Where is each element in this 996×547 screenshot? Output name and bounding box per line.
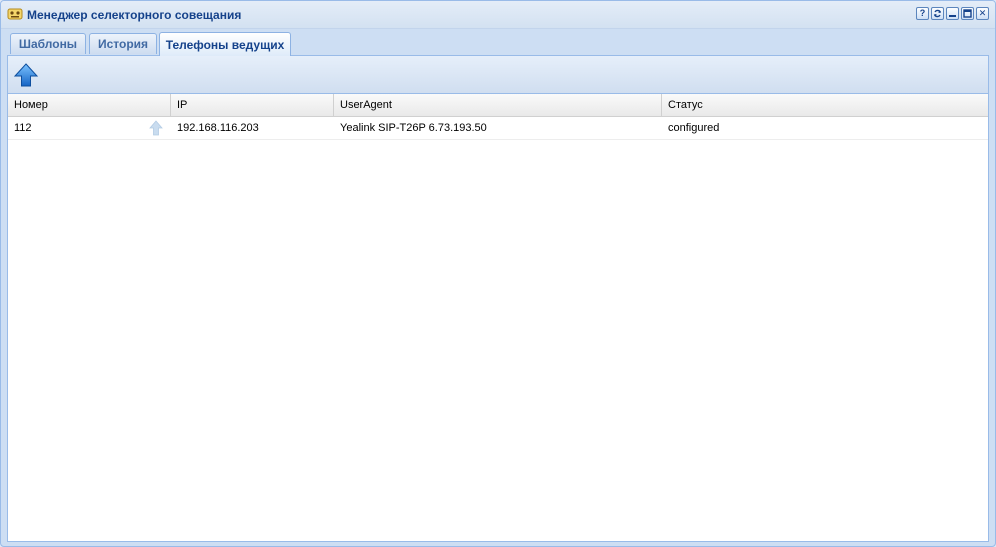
grid-header: Номер IP UserAgent Статус bbox=[8, 94, 988, 117]
close-icon[interactable]: ✕ bbox=[976, 7, 989, 20]
window-title: Менеджер селекторного совещания bbox=[27, 8, 242, 22]
cell-ip: 192.168.116.203 bbox=[177, 122, 259, 134]
window-titlebar[interactable]: Менеджер селекторного совещания ? ✕ bbox=[1, 1, 995, 29]
help-icon[interactable]: ? bbox=[916, 7, 929, 20]
refresh-icon[interactable] bbox=[931, 7, 944, 20]
tab-host-phones[interactable]: Телефоны ведущих bbox=[159, 32, 291, 56]
conference-manager-window: Менеджер селекторного совещания ? ✕ Шабл… bbox=[0, 0, 996, 547]
host-phones-panel: Номер IP UserAgent Статус 112 192.168.11… bbox=[7, 56, 989, 542]
column-header-status[interactable]: Статус bbox=[662, 94, 988, 116]
tab-templates[interactable]: Шаблоны bbox=[10, 33, 86, 54]
maximize-icon[interactable] bbox=[961, 7, 974, 20]
tab-history[interactable]: История bbox=[89, 33, 157, 54]
window-tools: ? ✕ bbox=[916, 7, 989, 20]
table-row[interactable]: 112 192.168.116.203 Yealink SIP-T26P 6.7… bbox=[8, 117, 988, 140]
column-header-ip[interactable]: IP bbox=[171, 94, 334, 116]
cell-useragent: Yealink SIP-T26P 6.73.193.50 bbox=[340, 122, 487, 134]
upload-arrow-icon[interactable] bbox=[13, 62, 39, 88]
cell-status: configured bbox=[668, 122, 720, 134]
toolbar bbox=[8, 56, 988, 94]
tab-strip: Шаблоны История Телефоны ведущих bbox=[7, 30, 989, 56]
conference-app-icon bbox=[7, 8, 23, 20]
cell-number: 112 bbox=[14, 122, 32, 134]
minimize-icon[interactable] bbox=[946, 7, 959, 20]
column-header-number[interactable]: Номер bbox=[8, 94, 171, 116]
column-header-useragent[interactable]: UserAgent bbox=[334, 94, 662, 116]
row-upload-arrow-icon[interactable] bbox=[149, 120, 163, 136]
